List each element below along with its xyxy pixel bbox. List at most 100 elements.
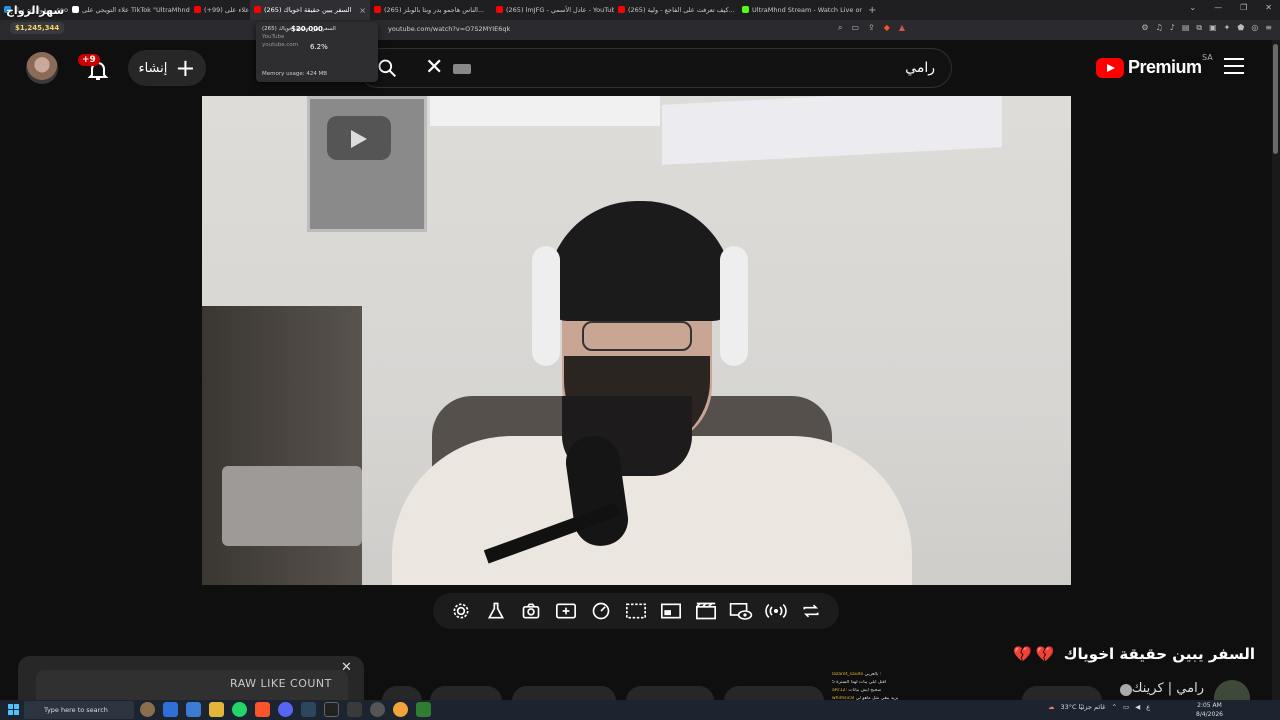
taskbar-search-input[interactable]: Type here to search	[24, 701, 134, 719]
language-indicator[interactable]: ع	[1146, 703, 1150, 711]
chat-line: lazaret_saudo بالعربي :	[832, 672, 932, 680]
copy-icon[interactable]: ⧉	[1196, 23, 1202, 33]
network-icon[interactable]: ▭	[1123, 703, 1129, 711]
broadcast-icon[interactable]	[764, 599, 788, 623]
extensions-icon[interactable]: ⚙	[1141, 23, 1148, 33]
broken-heart-icon: 💔	[1013, 645, 1032, 663]
broken-heart-icon: 💔	[1035, 645, 1055, 663]
hamburger-menu-icon[interactable]	[1224, 58, 1244, 74]
clapperboard-icon[interactable]	[694, 599, 718, 623]
picture-in-picture-icon[interactable]	[659, 599, 683, 623]
whatsapp-icon[interactable]	[232, 702, 247, 717]
shield-icon[interactable]: ◎	[1251, 23, 1258, 33]
tab-label: (265) lmJFG - عادل الأسمي - YouTube	[506, 6, 614, 14]
url-field[interactable]: youtube.com/watch?v=O7S2MYIE6qk	[388, 25, 510, 33]
desk-pad	[222, 466, 362, 546]
tab-label: UltraMhnd Stream - Watch Live on K...	[752, 6, 862, 14]
brave-shield-icon[interactable]: ◆	[884, 23, 890, 33]
minimize-button[interactable]: —	[1214, 3, 1222, 12]
video-title: السفر يبين حقيقة اخوياك 💔💔	[1013, 645, 1255, 663]
weather-text[interactable]: 33°C غائم جزئيًا	[1061, 703, 1106, 711]
youtube-premium-logo[interactable]: Premium SA	[1096, 53, 1213, 78]
close-tab-icon[interactable]: ×	[359, 6, 366, 15]
terminal-icon[interactable]	[324, 702, 339, 717]
obs-icon[interactable]	[347, 702, 362, 717]
cast-icon[interactable]: ▭	[851, 23, 859, 33]
app-icon[interactable]	[416, 702, 431, 717]
taskbar-clock[interactable]: 2:05 AM 8/4/2026	[1196, 701, 1223, 719]
close-widget-icon[interactable]: ✕	[341, 660, 352, 675]
sidebar-icon[interactable]: ▤	[1182, 23, 1190, 33]
video-player[interactable]	[202, 96, 1071, 585]
restore-button[interactable]: ❐	[1240, 3, 1247, 12]
close-window-button[interactable]: ✕	[1265, 3, 1272, 12]
loop-icon[interactable]	[799, 599, 823, 623]
flask-icon[interactable]	[484, 599, 508, 623]
music-icon[interactable]: ♪	[1170, 23, 1175, 33]
browser-tab[interactable]: (265) الناس هاجمو بدر وبثا بالوبلز...×	[370, 0, 492, 20]
browser-tab[interactable]: (265) lmJFG - عادل الأسمي - YouTube	[492, 0, 614, 20]
tray-overflow-icon[interactable]: ⌃	[1112, 703, 1117, 711]
chat-line: اقتل ابلي يبات لهذا السترة 5	[832, 680, 932, 688]
settings-gear-icon[interactable]	[449, 599, 473, 623]
hover-card-site: YouTube	[262, 34, 285, 40]
browser-tab[interactable]: UltraMhnd Stream - Watch Live on K...	[738, 0, 862, 20]
chrome-icon[interactable]	[393, 702, 408, 717]
watch-eye-icon[interactable]	[729, 599, 753, 623]
new-tab-button[interactable]: +	[868, 5, 876, 16]
windows-start-icon[interactable]	[8, 704, 20, 716]
youtube-icon	[374, 6, 381, 13]
person-glasses	[582, 321, 692, 351]
cortana-mascot-icon[interactable]	[140, 702, 155, 717]
menu-icon[interactable]: ≡	[1265, 23, 1272, 33]
page-scrollbar[interactable]	[1272, 40, 1280, 702]
chat-message: اقتل ابلي يبات لهذا السترة 5	[832, 680, 887, 685]
discord-icon[interactable]	[278, 702, 293, 717]
windows-taskbar: Type here to search ☁ 33°C غائم جزئيًا ⌃…	[0, 700, 1280, 720]
brave-icon[interactable]	[255, 702, 270, 717]
camera-icon[interactable]	[519, 599, 543, 623]
wallet-icon[interactable]: ▣	[1209, 23, 1217, 33]
crop-frame-icon[interactable]	[624, 599, 648, 623]
create-button[interactable]: إنشاء +	[128, 50, 206, 86]
youtube-icon	[496, 6, 503, 13]
plus-icon: +	[175, 54, 196, 82]
zoom-icon[interactable]: ⌕	[838, 23, 842, 33]
channel-name[interactable]: رامي | كرينك	[1132, 681, 1204, 696]
browser-tab[interactable]: (+99) علاء على	[190, 0, 250, 20]
plaque-play-icon	[327, 116, 391, 160]
search-input[interactable]: رامي	[905, 60, 935, 76]
steam-icon[interactable]	[301, 702, 316, 717]
color-swatch-card	[430, 96, 660, 126]
settings-app-icon[interactable]	[370, 702, 385, 717]
browser-tab[interactable]: علاء التويجي على TikTok "UltraMhnd"	[68, 0, 190, 20]
search-box[interactable]: رامي ✕	[358, 48, 952, 88]
donation-total: $1,245,344	[10, 22, 65, 34]
keyboard-icon[interactable]	[453, 64, 471, 74]
browser-tab[interactable]: (265) كيف تعرفت على الفاجع - ولية...	[614, 0, 738, 20]
browser-tab-active[interactable]: (265) السفر يبين حقيقة اخوياك ×	[250, 0, 370, 20]
address-bar-row: $1,245,344 youtube.com/watch?v=O7S2MYIE6…	[0, 20, 1280, 40]
edge-icon[interactable]	[163, 702, 178, 717]
youtube-masthead: Premium SA رامي ✕ إنشاء + +9	[0, 40, 1272, 96]
video-title-text: السفر يبين حقيقة اخوياك	[1063, 645, 1255, 663]
share-icon[interactable]: ⇪	[868, 23, 875, 33]
clear-search-icon[interactable]: ✕	[425, 55, 443, 81]
leo-icon[interactable]: ✦	[1224, 23, 1231, 33]
vpn-icon[interactable]: ⬟	[1237, 23, 1244, 33]
store-icon[interactable]	[186, 702, 201, 717]
volume-icon[interactable]: ◀	[1135, 703, 1140, 711]
system-tray: ☁ 33°C غائم جزئيًا ⌃ ▭ ◀ ع	[1048, 703, 1150, 711]
scrollbar-thumb[interactable]	[1273, 44, 1278, 154]
search-icon[interactable]	[377, 58, 397, 78]
media-icon[interactable]: ♫	[1156, 23, 1163, 33]
ai-sparkle-icon[interactable]	[554, 599, 578, 623]
file-explorer-icon[interactable]	[209, 702, 224, 717]
chat-message: صحيح ايش بيانات	[848, 688, 882, 693]
extensions-area: ⚙ ♫ ♪ ▤ ⧉ ▣ ✦ ⬟ ◎ ≡	[1141, 23, 1272, 33]
chat-user: aRr12:	[832, 688, 849, 693]
tab-search-icon[interactable]: ⌄	[1189, 3, 1196, 12]
rewards-icon[interactable]: ▲	[899, 23, 905, 33]
speed-gauge-icon[interactable]	[589, 599, 613, 623]
account-avatar[interactable]	[26, 52, 58, 84]
